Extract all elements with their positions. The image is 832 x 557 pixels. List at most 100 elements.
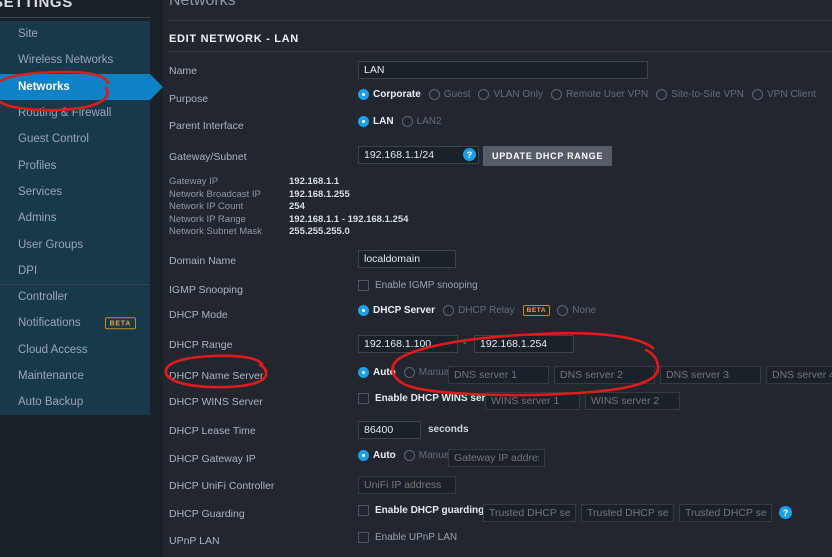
dhcp-lease-time-input[interactable] [358, 421, 421, 439]
wins-server-2-input[interactable] [585, 392, 680, 410]
radio-icon[interactable] [478, 89, 490, 100]
update-dhcp-range-button[interactable]: UPDATE DHCP RANGE [483, 146, 613, 166]
label-igmp-snooping: IGMP Snooping [169, 284, 243, 296]
purpose-option-vlan-only[interactable]: VLAN Only [478, 89, 543, 100]
dhcp-range-end-input[interactable] [474, 335, 574, 353]
sidebar-item-services[interactable]: Services [0, 178, 150, 206]
sidebar-item-label: Guest Control [18, 133, 89, 146]
radio-label: Auto [373, 450, 396, 461]
network-info-key: Network IP Count [169, 201, 244, 213]
dhcp-name-server-option-auto[interactable]: Auto [358, 367, 396, 378]
page-title: Networks [169, 0, 236, 9]
trusted-dhcp-server-3-input[interactable] [679, 504, 772, 522]
dhcp-mode-radio-group[interactable]: DHCP Server DHCP Relay BETA None [358, 305, 604, 316]
dns-server-2-input[interactable] [554, 366, 655, 384]
sidebar-item-label: Services [18, 185, 63, 198]
radio-icon[interactable] [401, 116, 413, 127]
radio-icon[interactable] [557, 305, 569, 316]
trusted-dhcp-server-2-input[interactable] [581, 504, 674, 522]
checkbox-icon[interactable] [358, 280, 369, 291]
dhcp-gateway-ip-radio-group[interactable]: Auto Manual [358, 450, 460, 461]
name-input[interactable] [358, 61, 648, 79]
parent-interface-option-lan[interactable]: LAN [358, 116, 394, 127]
sidebar-item-label: Profiles [18, 159, 57, 172]
radio-icon[interactable] [358, 116, 369, 127]
purpose-radio-group[interactable]: Corporate Guest VLAN Only Remote User VPN Si… [358, 89, 824, 100]
igmp-snooping-checkbox-row[interactable]: Enable IGMP snooping [358, 280, 478, 291]
dhcp-guarding-checkbox-row[interactable]: Enable DHCP guarding [358, 505, 484, 516]
sidebar-item-label: Networks [18, 80, 70, 93]
sidebar-item-user-groups[interactable]: User Groups [0, 231, 150, 258]
dhcp-name-server-option-manual[interactable]: Manual [403, 367, 452, 378]
radio-icon[interactable] [443, 305, 455, 316]
checkbox-icon[interactable] [358, 532, 369, 543]
radio-icon[interactable] [358, 367, 369, 378]
radio-icon[interactable] [752, 89, 764, 100]
checkbox-icon[interactable] [358, 505, 369, 516]
radio-icon[interactable] [358, 450, 369, 461]
sidebar-item-wireless-networks[interactable]: Wireless Networks [0, 47, 150, 74]
sidebar-item-label: Cloud Access [18, 343, 88, 356]
upnp-lan-checkbox-row[interactable]: Enable UPnP LAN [358, 532, 457, 543]
dhcp-mode-option-dhcp-relay[interactable]: DHCP Relay [443, 305, 515, 316]
sidebar-item-auto-backup[interactable]: Auto Backup [0, 389, 150, 416]
unifi-settings-screen: SETTINGS Site Wireless Networks Networks Ro… [0, 0, 832, 557]
question-icon[interactable]: ? [463, 148, 476, 161]
sidebar-item-profiles[interactable]: Profiles [0, 152, 150, 179]
network-info-key: Network Broadcast IP [169, 188, 261, 200]
network-info-row: Gateway IP 192.168.1.1 [169, 176, 408, 187]
radio-icon[interactable] [550, 89, 562, 100]
network-info-table: Gateway IP 192.168.1.1 Network Broadcast I… [169, 176, 408, 239]
dhcp-gateway-ip-input[interactable] [448, 449, 545, 467]
dns-server-4-input[interactable] [766, 366, 832, 384]
radio-label: Remote User VPN [565, 89, 649, 100]
purpose-option-site-to-site-vpn[interactable]: Site-to-Site VPN [656, 89, 744, 100]
sidebar-item-dpi[interactable]: DPI [0, 257, 150, 284]
sidebar-item-guest-control[interactable]: Guest Control [0, 126, 150, 153]
dns-server-1-input[interactable] [448, 366, 549, 384]
sidebar-item-label: Wireless Networks [18, 54, 114, 67]
network-info-row: Network Broadcast IP 192.168.1.255 [169, 189, 408, 200]
dhcp-wins-checkbox-row[interactable]: Enable DHCP WINS server [358, 393, 500, 404]
sidebar-item-site[interactable]: Site [0, 21, 150, 48]
sidebar-item-networks[interactable]: Networks [0, 73, 163, 100]
wins-server-1-input[interactable] [485, 392, 580, 410]
radio-icon[interactable] [403, 450, 415, 461]
parent-interface-radio-group[interactable]: LAN LAN2 [358, 116, 450, 127]
radio-icon[interactable] [358, 89, 369, 100]
dhcp-range-start-input[interactable] [358, 335, 458, 353]
parent-interface-option-lan2[interactable]: LAN2 [401, 116, 442, 127]
sidebar-item-notifications[interactable]: Notifications BETA [0, 310, 150, 337]
purpose-option-vpn-client[interactable]: VPN Client [752, 89, 816, 100]
radio-icon[interactable] [428, 89, 440, 100]
radio-icon[interactable] [656, 89, 668, 100]
question-icon[interactable]: ? [779, 506, 792, 519]
radio-label: Site-to-Site VPN [671, 89, 745, 100]
sidebar-item-admins[interactable]: Admins [0, 205, 150, 232]
purpose-option-corporate[interactable]: Corporate [358, 89, 421, 100]
dhcp-mode-option-dhcp-server[interactable]: DHCP Server [358, 305, 435, 316]
sidebar-beta-badge: BETA [104, 317, 136, 330]
gateway-subnet-input[interactable] [358, 146, 479, 164]
lease-time-unit: seconds [428, 424, 469, 435]
purpose-option-guest[interactable]: Guest [428, 89, 470, 100]
radio-icon[interactable] [358, 305, 369, 316]
dhcp-name-server-radio-group[interactable]: Auto Manual [358, 367, 460, 378]
sidebar-item-cloud-access[interactable]: Cloud Access [0, 336, 150, 363]
sidebar-item-controller[interactable]: Controller [0, 283, 150, 311]
dhcp-mode-option-none[interactable]: None [557, 305, 596, 316]
radio-icon[interactable] [403, 367, 415, 378]
main-content: Networks EDIT NETWORK - LAN Name Purpose… [163, 0, 832, 557]
trusted-dhcp-server-1-input[interactable] [483, 504, 576, 522]
dhcp-gateway-ip-option-auto[interactable]: Auto [358, 450, 396, 461]
checkbox-icon[interactable] [358, 393, 369, 404]
sidebar-item-maintenance[interactable]: Maintenance [0, 362, 150, 390]
upnp-lan-label: Enable UPnP LAN [375, 532, 458, 543]
domain-name-input[interactable] [358, 250, 456, 268]
sidebar-item-routing-firewall[interactable]: Routing & Firewall [0, 99, 150, 127]
sidebar-item-list: Site Wireless Networks Networks Routing & F… [0, 21, 163, 416]
dhcp-gateway-ip-option-manual[interactable]: Manual [403, 450, 452, 461]
dhcp-unifi-controller-input[interactable] [358, 476, 456, 494]
purpose-option-remote-user-vpn[interactable]: Remote User VPN [550, 89, 649, 100]
dns-server-3-input[interactable] [660, 366, 761, 384]
